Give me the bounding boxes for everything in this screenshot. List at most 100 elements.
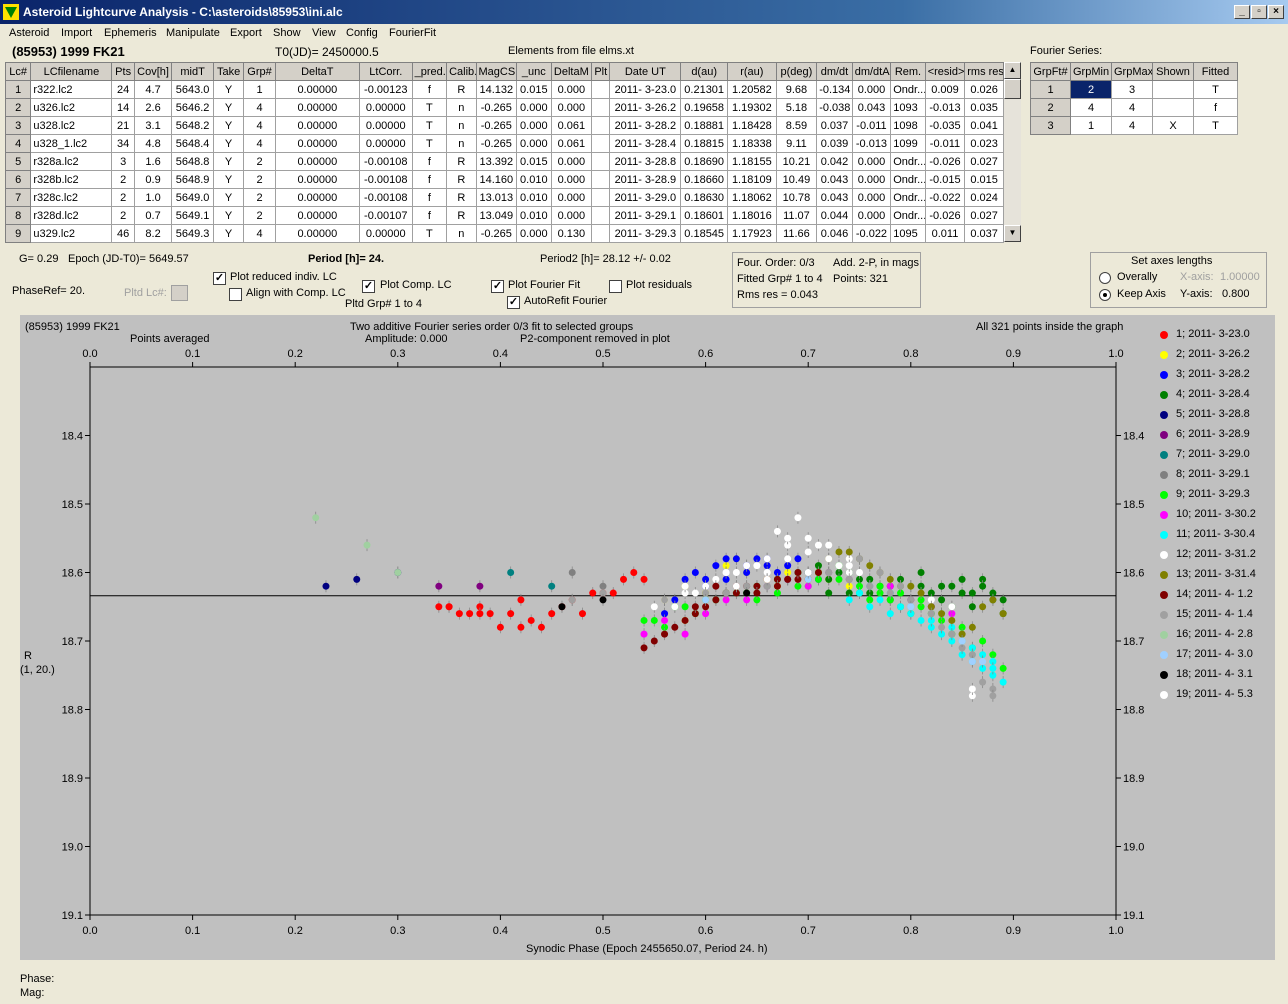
lc-cell[interactable]: 1098 [890, 116, 926, 135]
lc-cell[interactable]: -0.00108 [358, 152, 413, 171]
lc-cell[interactable]: 2 [111, 206, 135, 225]
lc-cell[interactable]: Y [212, 170, 245, 189]
lc-cell[interactable]: 5648.2 [171, 116, 214, 135]
lc-cell[interactable]: 5648.4 [171, 134, 214, 153]
lc-cell[interactable]: 4.8 [133, 134, 173, 153]
lc-cell[interactable]: 0.015 [516, 80, 552, 99]
lc-header-12[interactable]: _unc [516, 62, 552, 81]
lc-row[interactable]: 5 r328a.lc2 3 1.6 5648.8 Y 2 0.00000 -0.00108 f R 1… [4, 152, 1004, 171]
menu-config[interactable]: Config [346, 27, 378, 39]
lc-cell[interactable]: Y [212, 116, 245, 135]
lc-cell[interactable]: 14.160 [475, 170, 518, 189]
menu-view[interactable]: View [312, 27, 336, 39]
lc-cell[interactable]: R [446, 206, 477, 225]
lc-cell[interactable]: -0.022 [851, 224, 892, 243]
lc-cell[interactable]: 0.18545 [680, 224, 728, 243]
lc-cell[interactable]: 46 [111, 224, 135, 243]
lc-header-21[interactable]: Rem. [890, 62, 926, 81]
ft-cell[interactable]: 4 [1111, 116, 1153, 135]
lc-cell[interactable]: 0.009 [924, 80, 966, 99]
lc-cell[interactable]: 1.18062 [726, 188, 777, 207]
lc-header-14[interactable]: Plt [591, 62, 611, 81]
lc-cell[interactable]: 14.132 [475, 80, 518, 99]
lc-cell[interactable]: 4 [243, 134, 276, 153]
lc-cell[interactable]: -0.00108 [358, 170, 413, 189]
lc-cell[interactable]: 1 [4, 80, 32, 99]
lc-cell[interactable]: -0.026 [924, 206, 966, 225]
lc-cell[interactable]: u328_1.lc2 [30, 134, 113, 153]
lc-row[interactable]: 7 r328c.lc2 2 1.0 5649.0 Y 2 0.00000 -0.00108 f R 1… [4, 188, 1004, 207]
ft-row[interactable]: 244f [1030, 98, 1238, 117]
lc-cell[interactable]: Ondr... [890, 170, 926, 189]
lc-cell[interactable]: T [411, 116, 448, 135]
lc-cell[interactable]: 0.00000 [274, 170, 360, 189]
lc-cell[interactable]: 0.010 [516, 206, 552, 225]
ft-header-2[interactable]: GrpMax [1111, 62, 1153, 81]
lc-cell[interactable]: -0.035 [924, 116, 966, 135]
lc-cell[interactable]: 5.18 [775, 98, 818, 117]
ft-cell[interactable]: 4 [1111, 98, 1153, 117]
lc-cell[interactable]: 0.000 [851, 80, 892, 99]
lc-header-0[interactable]: Lc# [4, 62, 32, 81]
ft-cell[interactable]: 3 [1111, 80, 1153, 99]
menu-asteroid[interactable]: Asteroid [9, 27, 49, 39]
lc-cell[interactable]: -0.026 [924, 152, 966, 171]
lc-cell[interactable]: 5643.0 [171, 80, 214, 99]
lc-cell[interactable]: 8 [4, 206, 32, 225]
lc-cell[interactable]: 0.000 [550, 206, 593, 225]
lc-cell[interactable]: 4.7 [133, 80, 173, 99]
lc-cell[interactable]: 0.000 [851, 188, 892, 207]
lc-cell[interactable]: 5649.3 [171, 224, 214, 243]
lc-header-23[interactable]: rms res [964, 62, 1004, 81]
restore-button[interactable]: ▫ [1251, 5, 1267, 19]
lc-cell[interactable]: 2011- 3-23.0 [609, 80, 682, 99]
lightcurve-plot[interactable]: 0.0 0.0 0.1 0.1 0.2 0.2 0.3 0.3 0.4 0.4 0.5 0.5 0.6 0… [20, 315, 1275, 960]
lc-cell[interactable]: Y [212, 224, 245, 243]
lc-cell[interactable]: 8.2 [133, 224, 173, 243]
lc-cell[interactable] [591, 152, 611, 171]
lc-cell[interactable]: T [411, 224, 448, 243]
lc-cell[interactable]: 9.11 [775, 134, 818, 153]
lc-cell[interactable] [591, 134, 611, 153]
lc-cell[interactable]: 2011- 3-26.2 [609, 98, 682, 117]
lc-cell[interactable]: f [411, 170, 448, 189]
lc-cell[interactable]: -0.011 [851, 116, 892, 135]
lc-header-7[interactable]: DeltaT [274, 62, 360, 81]
ft-cell[interactable]: 4 [1070, 98, 1112, 117]
lc-cell[interactable]: 0.18881 [680, 116, 728, 135]
lc-cell[interactable]: n [446, 98, 477, 117]
lc-cell[interactable]: Y [212, 206, 245, 225]
lc-cell[interactable]: 10.78 [775, 188, 818, 207]
lc-cell[interactable]: 0.000 [550, 188, 593, 207]
lc-cell[interactable]: 0.000 [550, 80, 593, 99]
lc-cell[interactable]: 13.049 [475, 206, 518, 225]
lc-cell[interactable] [591, 206, 611, 225]
lc-cell[interactable]: r322.lc2 [30, 80, 113, 99]
lc-cell[interactable]: R [446, 152, 477, 171]
lc-header-11[interactable]: MagCS [475, 62, 518, 81]
lc-cell[interactable]: 2011- 3-28.8 [609, 152, 682, 171]
lc-header-2[interactable]: Pts [111, 62, 135, 81]
lc-cell[interactable]: 3.1 [133, 116, 173, 135]
lc-cell[interactable]: 34 [111, 134, 135, 153]
lc-cell[interactable]: 0.015 [516, 152, 552, 171]
lc-cell[interactable]: 1095 [890, 224, 926, 243]
lc-cell[interactable]: 2 [243, 188, 276, 207]
lc-cell[interactable]: 8.59 [775, 116, 818, 135]
lc-cell[interactable]: 4 [243, 224, 276, 243]
lc-cell[interactable]: 0.010 [516, 170, 552, 189]
lc-cell[interactable]: -0.015 [924, 170, 966, 189]
menu-show[interactable]: Show [273, 27, 301, 39]
plot-residuals-checkbox[interactable] [609, 280, 622, 293]
lc-cell[interactable]: 13.013 [475, 188, 518, 207]
lc-cell[interactable]: 0.18690 [680, 152, 728, 171]
lc-cell[interactable]: 0.00000 [274, 98, 360, 117]
lc-cell[interactable]: 6 [4, 170, 32, 189]
lc-cell[interactable]: T [411, 98, 448, 117]
lightcurve-table[interactable]: Lc# LCfilename Pts Cov[h] midT Take Grp# DeltaT… [4, 62, 1004, 243]
lc-cell[interactable]: 0.000 [550, 170, 593, 189]
lc-cell[interactable]: 0.035 [964, 98, 1004, 117]
lc-cell[interactable]: 2 [111, 188, 135, 207]
lc-cell[interactable]: 7 [4, 188, 32, 207]
lc-cell[interactable]: 1.18428 [726, 116, 777, 135]
